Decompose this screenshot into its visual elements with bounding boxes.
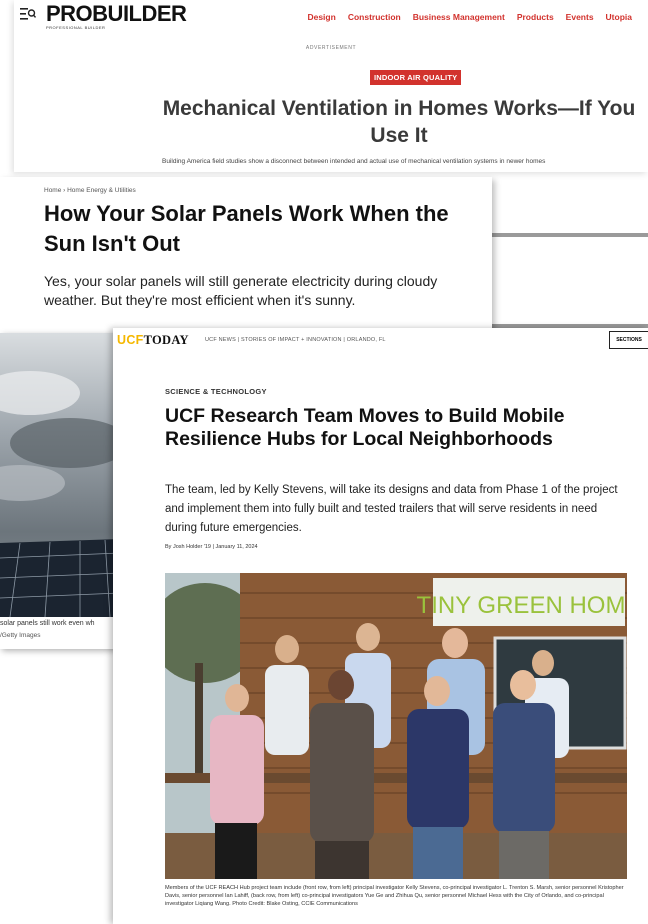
logo-ucf-text: UCF [117, 333, 144, 347]
nav-item-utopia[interactable]: Utopia [606, 12, 632, 22]
sections-button[interactable]: SECTIONS [609, 331, 648, 349]
photo-credit: /Getty Images [0, 632, 41, 639]
nav-item-business-management[interactable]: Business Management [413, 12, 505, 22]
solar-headline: How Your Solar Panels Work When the Sun … [44, 201, 449, 256]
logo-today-text: TODAY [143, 333, 189, 347]
probuilder-article-card: PROBUILDER PROFESSIONAL BUILDER Design C… [14, 0, 648, 172]
advertisement-label: ADVERTISEMENT [305, 45, 357, 51]
nav-item-products[interactable]: Products [517, 12, 554, 22]
photo-caption: solar panels still work even wh [0, 620, 95, 627]
menu-search-icon[interactable] [20, 7, 36, 21]
article-category[interactable]: SCIENCE & TECHNOLOGY [165, 387, 267, 396]
breadcrumb[interactable]: Home › Home Energy & Utilities [44, 187, 136, 194]
nav-item-events[interactable]: Events [566, 12, 594, 22]
solar-dek: Yes, your solar panels will still genera… [44, 273, 438, 308]
photo-caption-ucf: Members of the UCF REACH Hub project tea… [165, 885, 624, 907]
nav-item-construction[interactable]: Construction [348, 12, 401, 22]
team-photo: TINY GREEN HOME [165, 573, 627, 879]
probuilder-dek: Building America field studies show a di… [162, 158, 546, 165]
ucf-article-card: UCFTODAY UCF NEWS | STORIES OF IMPACT + … [113, 328, 648, 924]
ucf-dek: The team, led by Kelly Stevens, will tak… [165, 484, 618, 534]
ucf-today-logo[interactable]: UCFTODAY [117, 333, 189, 348]
solar-panels-cloudy-photo [0, 333, 120, 617]
ucf-headline: UCF Research Team Moves to Build Mobile … [165, 405, 565, 450]
probuilder-nav: Design Construction Business Management … [307, 12, 632, 22]
category-tag[interactable]: INDOOR AIR QUALITY [370, 70, 462, 85]
tiny-green-home-sign: TINY GREEN HOME [417, 592, 627, 619]
team-photo-illustration: TINY GREEN HOME [165, 573, 627, 879]
background-card-edge [490, 233, 648, 237]
ucf-tagline: UCF NEWS | STORIES OF IMPACT + INNOVATIO… [205, 337, 386, 343]
solar-photo-card: solar panels still work even wh /Getty I… [0, 333, 120, 649]
probuilder-logo[interactable]: PROBUILDER [46, 3, 187, 25]
probuilder-logo-subtitle: PROFESSIONAL BUILDER [46, 25, 106, 30]
probuilder-headline: Mechanical Ventilation in Homes Works—If… [162, 97, 636, 147]
solar-article-card: Home › Home Energy & Utilities How Your … [0, 177, 492, 333]
nav-item-design[interactable]: Design [307, 12, 335, 22]
byline: By Josh Holder '19 | January 11, 2024 [165, 544, 258, 550]
